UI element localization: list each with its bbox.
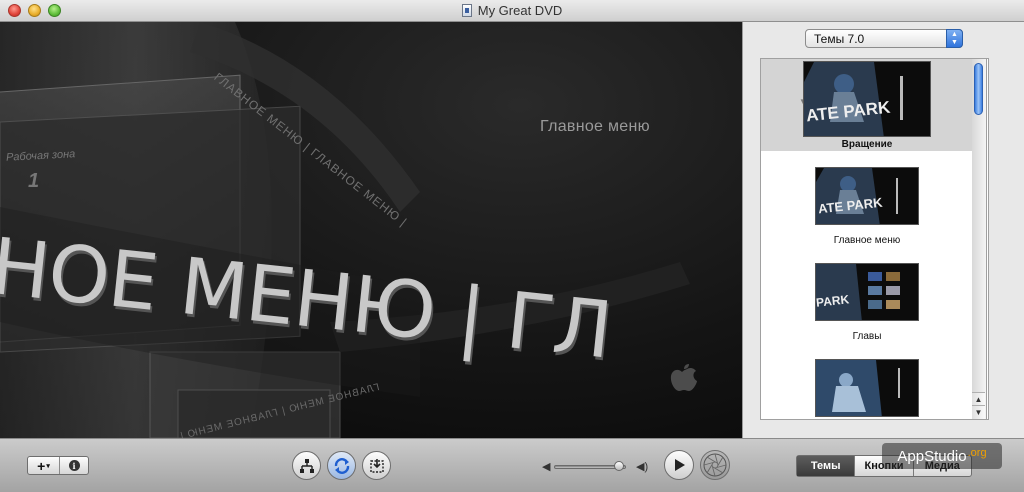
- tab-themes[interactable]: Темы: [797, 456, 856, 476]
- bottom-toolbar: + ▾ i ◀ ◀) Темы AppStudio .org: [0, 438, 1024, 492]
- theme-item-main-menu[interactable]: ATE PARK Главное меню: [761, 167, 973, 253]
- document-icon: [461, 4, 472, 17]
- watermark-suffix: .org: [967, 447, 987, 459]
- watermark-main: AppStudio: [897, 447, 967, 465]
- theme-set-label: Темы 7.0: [814, 32, 865, 46]
- title-bar: My Great DVD: [0, 0, 1024, 22]
- apple-logo-icon: [670, 364, 697, 391]
- add-dropdown-icon: ▾: [46, 462, 50, 470]
- menu-title[interactable]: Главное меню: [540, 118, 650, 136]
- theme-list[interactable]: ▼ ATE PARK Вращение: [760, 58, 989, 420]
- burn-aperture-icon: [703, 453, 727, 477]
- menu-preview[interactable]: НОЕ МЕНЮ | ГЛ ГЛАВНОЕ МЕНЮ | ГЛАВНОЕ МЕН…: [0, 22, 742, 438]
- theme-item-rotation[interactable]: ▼ ATE PARK Вращение: [761, 59, 973, 151]
- scroll-up-arrow-icon[interactable]: ▲: [972, 392, 985, 406]
- scroll-thumb[interactable]: [974, 63, 983, 115]
- theme-thumbnail: [815, 359, 919, 417]
- play-icon: [675, 459, 685, 471]
- theme-thumbnail: ATE PARK: [803, 61, 931, 137]
- map-tree-icon: [299, 458, 314, 473]
- window-title-wrap: My Great DVD: [0, 3, 1024, 18]
- theme-label: Вращение: [841, 139, 893, 150]
- theme-item-chapters[interactable]: PARK Главы: [761, 263, 973, 349]
- theme-label: Главы: [852, 331, 882, 342]
- info-icon: i: [68, 460, 80, 471]
- add-info-group: + ▾ i: [27, 456, 89, 475]
- appstudio-watermark: AppStudio .org: [882, 443, 1002, 469]
- scroll-down-arrow-icon[interactable]: ▼: [972, 405, 985, 419]
- volume-slider-knob[interactable]: [613, 461, 624, 471]
- map-view-button[interactable]: [292, 451, 321, 480]
- burn-button[interactable]: [700, 450, 730, 480]
- workzone-number: 1: [28, 170, 40, 192]
- theme-set-select[interactable]: Темы 7.0 ▲ ▼: [805, 29, 963, 48]
- info-button[interactable]: i: [60, 457, 88, 474]
- volume-high-icon: ◀): [636, 461, 649, 473]
- theme-panel: Темы 7.0 ▲▼ ▼ ATE PARK Вращение: [742, 22, 1024, 438]
- add-button[interactable]: + ▾: [28, 457, 60, 474]
- theme-item-fourth[interactable]: [761, 359, 973, 419]
- theme-thumbnail: PARK: [815, 263, 919, 321]
- select-arrows-icon: ▲ ▼: [946, 29, 963, 48]
- volume-low-icon: ◀: [542, 461, 551, 473]
- drop-zone-button[interactable]: [362, 451, 391, 480]
- motion-toggle-button[interactable]: [327, 451, 356, 480]
- theme-list-scrollbar[interactable]: ▲ ▼: [972, 58, 987, 420]
- add-plus-icon: +: [37, 457, 46, 474]
- drop-zone-icon: [369, 458, 384, 473]
- play-button[interactable]: [664, 450, 694, 480]
- theme-thumbnail: ATE PARK: [815, 167, 919, 225]
- motion-loop-icon: [334, 457, 349, 474]
- theme-label: Главное меню: [833, 235, 901, 246]
- window-title: My Great DVD: [477, 3, 563, 18]
